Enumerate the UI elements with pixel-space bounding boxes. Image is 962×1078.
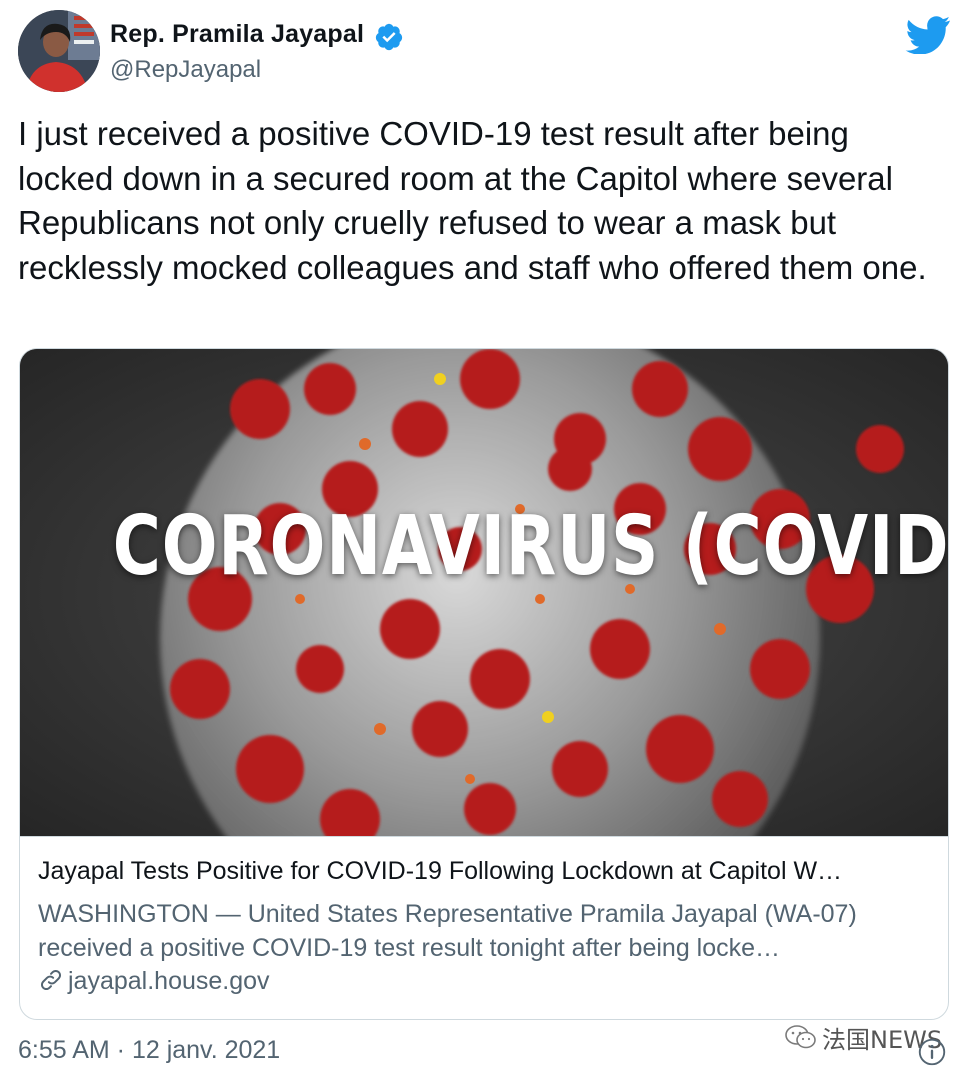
card-title[interactable]: Jayapal Tests Positive for COVID-19 Foll… bbox=[38, 857, 930, 886]
tweet-text: I just received a positive COVID-19 test… bbox=[18, 115, 927, 286]
author-name[interactable]: Rep. Pramila Jayapal bbox=[110, 20, 364, 49]
card-image-headline: CORONAVIRUS (COVID-19) bbox=[112, 499, 948, 594]
author-handle[interactable]: @RepJayapal bbox=[110, 56, 261, 84]
link-icon bbox=[41, 970, 61, 990]
twitter-bird-icon[interactable] bbox=[905, 16, 951, 54]
wechat-icon bbox=[785, 1025, 816, 1049]
verified-badge-icon bbox=[375, 23, 403, 51]
card-link-text[interactable]: jayapal.house.gov bbox=[68, 967, 270, 995]
tweet-timestamp[interactable]: 6:55 AM · 12 janv. 2021 bbox=[18, 1036, 280, 1065]
card-description: WASHINGTON — United States Representativ… bbox=[38, 900, 857, 962]
card-image[interactable]: CORONAVIRUS (COVID-19) bbox=[20, 349, 948, 836]
link-card[interactable]: CORONAVIRUS (COVID-19) Jayapal Tests Pos… bbox=[19, 348, 949, 1020]
info-icon[interactable] bbox=[918, 1038, 946, 1066]
card-link[interactable]: jayapal.house.gov bbox=[38, 967, 270, 996]
card-divider bbox=[20, 836, 948, 837]
avatar[interactable] bbox=[18, 10, 100, 92]
